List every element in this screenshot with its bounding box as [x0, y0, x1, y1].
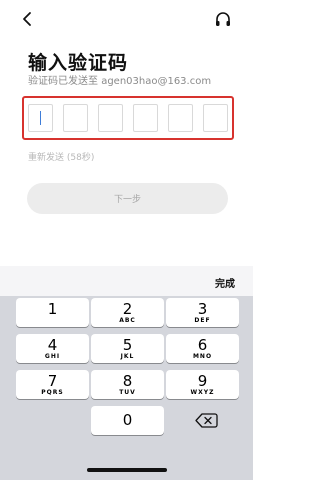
page-title: 输入验证码 [28, 52, 129, 74]
top-bar [0, 0, 253, 40]
key-letters: TUV [119, 389, 136, 396]
key-9[interactable]: 9 WXYZ [166, 370, 239, 399]
key-digit: 7 [47, 372, 58, 390]
key-0[interactable]: 0 [91, 406, 164, 435]
headphones-icon[interactable] [214, 11, 232, 29]
next-step-button[interactable]: 下一步 [27, 183, 228, 214]
key-digit: 1 [47, 300, 58, 318]
backspace-key[interactable] [183, 406, 233, 435]
keyboard-toolbar: 完成 [0, 266, 253, 296]
backspace-icon [195, 413, 218, 428]
code-input-group [22, 96, 234, 140]
key-digit: 9 [197, 372, 208, 390]
key-1[interactable]: 1 [16, 298, 89, 327]
key-6[interactable]: 6 MNO [166, 334, 239, 363]
home-indicator [87, 468, 167, 472]
code-digit-6[interactable] [203, 104, 228, 132]
resend-countdown[interactable]: 重新发送 (58秒) [28, 150, 94, 163]
numeric-keyboard: 完成 1 2 ABC 3 DEF 4 GHI 5 JKL 6 MNO 7 PQR… [0, 266, 253, 480]
text-caret [40, 111, 41, 125]
code-digit-2[interactable] [63, 104, 88, 132]
sent-to-email: agen03hao@163.com [101, 76, 212, 87]
key-digit: 3 [197, 300, 208, 318]
key-digit: 2 [122, 300, 133, 318]
key-letters: JKL [120, 353, 135, 360]
key-7[interactable]: 7 PQRS [16, 370, 89, 399]
key-digit: 0 [122, 411, 133, 429]
key-letters: PQRS [41, 389, 64, 396]
done-button[interactable]: 完成 [215, 275, 235, 290]
key-digit: 8 [122, 372, 133, 390]
key-letters: DEF [194, 317, 211, 324]
key-5[interactable]: 5 JKL [91, 334, 164, 363]
key-digit: 5 [122, 336, 133, 354]
key-letters: GHI [44, 353, 61, 360]
code-digit-1[interactable] [28, 104, 53, 132]
key-digit: 4 [47, 336, 58, 354]
key-letters: ABC [119, 317, 136, 324]
key-4[interactable]: 4 GHI [16, 334, 89, 363]
code-digit-5[interactable] [168, 104, 193, 132]
key-3[interactable]: 3 DEF [166, 298, 239, 327]
chevron-left-icon[interactable] [20, 11, 34, 27]
key-letters: WXYZ [190, 389, 215, 396]
key-digit: 6 [197, 336, 208, 354]
sent-to-prefix: 验证码已发送至 [28, 76, 102, 87]
key-letters: MNO [192, 353, 213, 360]
sent-to-text: 验证码已发送至 agen03hao@163.com [28, 72, 211, 87]
key-8[interactable]: 8 TUV [91, 370, 164, 399]
code-digit-4[interactable] [133, 104, 158, 132]
key-2[interactable]: 2 ABC [91, 298, 164, 327]
code-digit-3[interactable] [98, 104, 123, 132]
